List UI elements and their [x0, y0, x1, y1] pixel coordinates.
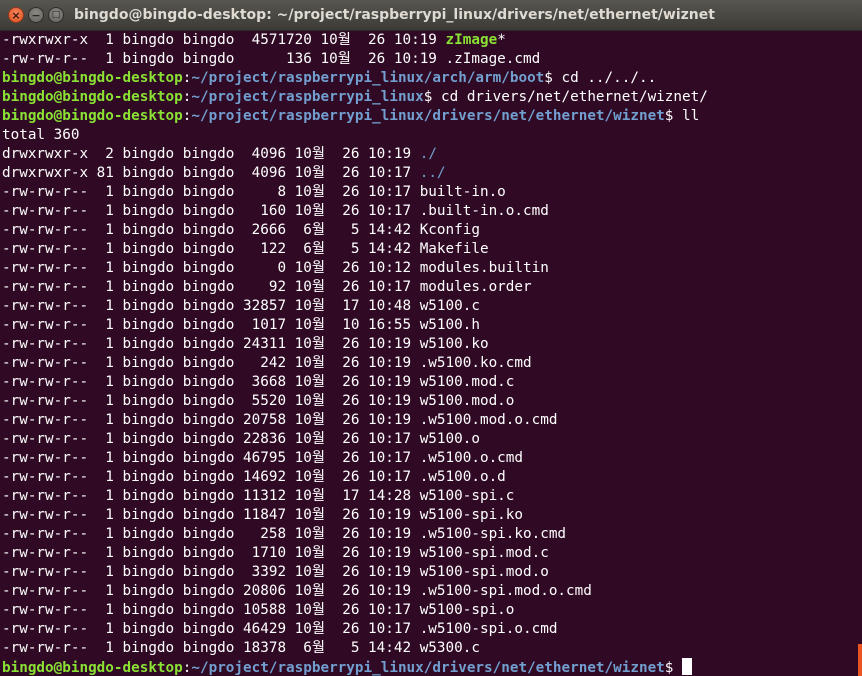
line-segment: -rw-rw-r-- 1 bingdo bingdo 258 10월 26 10… [2, 526, 567, 542]
terminal-line: -rw-rw-r-- 1 bingdo bingdo 46795 10월 26 … [2, 449, 862, 468]
line-segment: total 360 [2, 127, 80, 143]
terminal-line: -rw-rw-r-- 1 bingdo bingdo 1710 10월 26 1… [2, 544, 862, 563]
text-cursor [682, 658, 693, 675]
terminal-window: × − □ bingdo@bingdo-desktop: ~/project/r… [0, 0, 862, 676]
terminal-line: -rw-rw-r-- 1 bingdo bingdo 160 10월 26 10… [2, 202, 862, 221]
line-segment: -rw-rw-r-- 1 bingdo bingdo 3392 10월 26 1… [2, 564, 549, 580]
close-button[interactable]: × [8, 7, 24, 23]
line-segment: -rw-rw-r-- 1 bingdo bingdo 0 10월 26 10:1… [2, 260, 549, 276]
prompt-user: bingdo@bingdo-desktop [2, 108, 183, 124]
scrollbar-indicator[interactable] [858, 644, 862, 676]
line-segment: zImage [445, 32, 498, 48]
line-segment: $ cd ../../.. [544, 70, 657, 86]
close-icon: × [11, 9, 21, 22]
maximize-button[interactable]: □ [48, 7, 64, 23]
line-segment: -rw-rw-r-- 1 bingdo bingdo 11312 10월 17 … [2, 488, 515, 504]
terminal-line: -rwxrwxr-x 1 bingdo bingdo 4571720 10월 2… [2, 31, 862, 50]
line-segment: -rw-rw-r-- 1 bingdo bingdo 46795 10월 26 … [2, 450, 523, 466]
terminal-line: drwxrwxr-x 2 bingdo bingdo 4096 10월 26 1… [2, 145, 862, 164]
title-bar[interactable]: × − □ bingdo@bingdo-desktop: ~/project/r… [0, 0, 862, 31]
terminal-lines: -rwxrwxr-x 1 bingdo bingdo 4571720 10월 2… [2, 31, 862, 676]
terminal-line: -rw-rw-r-- 1 bingdo bingdo 24311 10월 26 … [2, 335, 862, 354]
line-segment: -rw-rw-r-- 1 bingdo bingdo 10588 10월 26 … [2, 602, 515, 618]
terminal-line: -rw-rw-r-- 1 bingdo bingdo 0 10월 26 10:1… [2, 259, 862, 278]
terminal-line: total 360 [2, 126, 862, 145]
terminal-line: drwxrwxr-x 81 bingdo bingdo 4096 10월 26 … [2, 164, 862, 183]
line-segment: -rw-rw-r-- 1 bingdo bingdo 22836 10월 26 … [2, 431, 480, 447]
line-segment: -rw-rw-r-- 1 bingdo bingdo 11847 10월 26 … [2, 507, 523, 523]
line-segment: -rw-rw-r-- 1 bingdo bingdo 8 10월 26 10:1… [2, 184, 506, 200]
line-segment: -rw-rw-r-- 1 bingdo bingdo 14692 10월 26 … [2, 469, 506, 485]
line-segment: -rw-rw-r-- 1 bingdo bingdo 1017 10월 10 1… [2, 317, 480, 333]
terminal-line: bingdo@bingdo-desktop:~/project/raspberr… [2, 658, 862, 676]
terminal-line: -rw-rw-r-- 1 bingdo bingdo 3392 10월 26 1… [2, 563, 862, 582]
line-segment: -rw-rw-r-- 1 bingdo bingdo 2666 6월 5 14:… [2, 222, 480, 238]
terminal-line: -rw-rw-r-- 1 bingdo bingdo 32857 10월 17 … [2, 297, 862, 316]
terminal-line: bingdo@bingdo-desktop:~/project/raspberr… [2, 69, 862, 88]
terminal-line: -rw-rw-r-- 1 bingdo bingdo 5520 10월 26 1… [2, 392, 862, 411]
prompt-path: ~/project/raspberrypi_linux/arch/arm/boo… [191, 70, 545, 86]
terminal-line: -rw-rw-r-- 1 bingdo bingdo 11312 10월 17 … [2, 487, 862, 506]
line-segment: -rw-rw-r-- 1 bingdo bingdo 92 10월 26 10:… [2, 279, 532, 295]
line-segment: -rw-rw-r-- 1 bingdo bingdo 136 10월 26 10… [2, 51, 541, 67]
prompt-user: bingdo@bingdo-desktop [2, 89, 183, 105]
line-segment: -rw-rw-r-- 1 bingdo bingdo 160 10월 26 10… [2, 203, 549, 219]
prompt-path: ~/project/raspberrypi_linux/drivers/net/… [191, 108, 665, 124]
line-segment: ../ [419, 165, 446, 181]
terminal-line: -rw-rw-r-- 1 bingdo bingdo 46429 10월 26 … [2, 620, 862, 639]
terminal-line: -rw-rw-r-- 1 bingdo bingdo 11847 10월 26 … [2, 506, 862, 525]
terminal-line: -rw-rw-r-- 1 bingdo bingdo 136 10월 26 10… [2, 50, 862, 69]
line-segment: drwxrwxr-x 2 bingdo bingdo 4096 10월 26 1… [2, 146, 420, 162]
minimize-button[interactable]: − [28, 7, 44, 23]
terminal-line: -rw-rw-r-- 1 bingdo bingdo 18378 6월 5 14… [2, 639, 862, 658]
terminal-line: -rw-rw-r-- 1 bingdo bingdo 3668 10월 26 1… [2, 373, 862, 392]
minimize-icon: − [31, 9, 41, 22]
window-title: bingdo@bingdo-desktop: ~/project/raspber… [74, 7, 715, 23]
terminal-line: -rw-rw-r-- 1 bingdo bingdo 22836 10월 26 … [2, 430, 862, 449]
prompt-user: bingdo@bingdo-desktop [2, 660, 183, 676]
line-segment: ./ [419, 146, 437, 162]
line-segment: -rwxrwxr-x 1 bingdo bingdo 4571720 10월 2… [2, 32, 446, 48]
line-segment: -rw-rw-r-- 1 bingdo bingdo 122 6월 5 14:4… [2, 241, 489, 257]
prompt-path: ~/project/raspberrypi_linux [191, 89, 424, 105]
line-segment: -rw-rw-r-- 1 bingdo bingdo 18378 6월 5 14… [2, 640, 480, 656]
line-segment: -rw-rw-r-- 1 bingdo bingdo 242 10월 26 10… [2, 355, 532, 371]
line-segment: $ [664, 660, 683, 676]
terminal-line: -rw-rw-r-- 1 bingdo bingdo 2666 6월 5 14:… [2, 221, 862, 240]
line-segment: -rw-rw-r-- 1 bingdo bingdo 20758 10월 26 … [2, 412, 558, 428]
line-segment: -rw-rw-r-- 1 bingdo bingdo 32857 10월 17 … [2, 298, 480, 314]
terminal-line: -rw-rw-r-- 1 bingdo bingdo 92 10월 26 10:… [2, 278, 862, 297]
line-segment: $ ll [664, 108, 700, 124]
terminal-line: bingdo@bingdo-desktop:~/project/raspberr… [2, 107, 862, 126]
line-segment: -rw-rw-r-- 1 bingdo bingdo 5520 10월 26 1… [2, 393, 515, 409]
line-segment: -rw-rw-r-- 1 bingdo bingdo 46429 10월 26 … [2, 621, 558, 637]
line-segment: * [497, 32, 506, 48]
line-segment: drwxrwxr-x 81 bingdo bingdo 4096 10월 26 … [2, 165, 420, 181]
line-segment: -rw-rw-r-- 1 bingdo bingdo 1710 10월 26 1… [2, 545, 549, 561]
terminal-line: -rw-rw-r-- 1 bingdo bingdo 122 6월 5 14:4… [2, 240, 862, 259]
line-segment: -rw-rw-r-- 1 bingdo bingdo 20806 10월 26 … [2, 583, 592, 599]
terminal-line: -rw-rw-r-- 1 bingdo bingdo 20758 10월 26 … [2, 411, 862, 430]
prompt-path: ~/project/raspberrypi_linux/drivers/net/… [191, 660, 665, 676]
terminal-output[interactable]: -rwxrwxr-x 1 bingdo bingdo 4571720 10월 2… [0, 31, 862, 676]
terminal-line: -rw-rw-r-- 1 bingdo bingdo 242 10월 26 10… [2, 354, 862, 373]
terminal-line: -rw-rw-r-- 1 bingdo bingdo 14692 10월 26 … [2, 468, 862, 487]
line-segment: -rw-rw-r-- 1 bingdo bingdo 3668 10월 26 1… [2, 374, 515, 390]
terminal-line: -rw-rw-r-- 1 bingdo bingdo 8 10월 26 10:1… [2, 183, 862, 202]
terminal-line: -rw-rw-r-- 1 bingdo bingdo 1017 10월 10 1… [2, 316, 862, 335]
maximize-icon: □ [51, 10, 61, 20]
terminal-line: -rw-rw-r-- 1 bingdo bingdo 10588 10월 26 … [2, 601, 862, 620]
prompt-user: bingdo@bingdo-desktop [2, 70, 183, 86]
terminal-line: -rw-rw-r-- 1 bingdo bingdo 20806 10월 26 … [2, 582, 862, 601]
line-segment: -rw-rw-r-- 1 bingdo bingdo 24311 10월 26 … [2, 336, 489, 352]
terminal-line: -rw-rw-r-- 1 bingdo bingdo 258 10월 26 10… [2, 525, 862, 544]
terminal-line: bingdo@bingdo-desktop:~/project/raspberr… [2, 88, 862, 107]
line-segment: $ cd drivers/net/ethernet/wiznet/ [423, 89, 708, 105]
